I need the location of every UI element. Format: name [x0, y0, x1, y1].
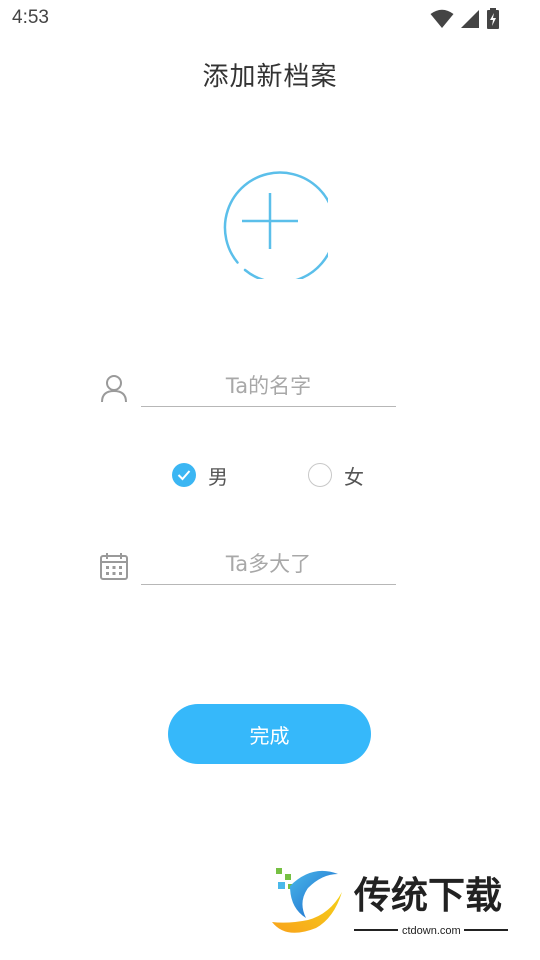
age-input[interactable]	[141, 544, 396, 585]
wifi-icon	[430, 9, 454, 28]
add-avatar-button[interactable]	[212, 163, 337, 284]
gender-female-option[interactable]: 女	[308, 460, 364, 490]
check-icon	[177, 470, 191, 481]
age-field-row	[98, 542, 398, 588]
person-icon	[101, 375, 127, 403]
gender-male-option[interactable]: 男	[172, 460, 228, 490]
plus-icon	[223, 171, 337, 284]
page-title: 添加新档案	[202, 62, 338, 92]
status-time: 4:53	[12, 7, 49, 28]
calendar-icon	[100, 553, 128, 580]
gender-male-label: 男	[208, 464, 228, 489]
status-bar: 4:53	[0, 0, 540, 38]
done-button[interactable]: 完成	[168, 704, 371, 764]
name-input[interactable]	[141, 366, 396, 407]
svg-text:传统下载: 传统下载	[353, 874, 502, 917]
male-radio-checked[interactable]	[172, 463, 196, 487]
status-icons	[430, 8, 500, 30]
female-radio[interactable]	[308, 463, 332, 487]
gender-female-label: 女	[344, 464, 364, 489]
watermark-logo: 传统下载 ctdown.com	[268, 862, 518, 938]
signal-icon	[461, 10, 479, 28]
battery-charging-icon	[487, 8, 499, 29]
svg-text:ctdown.com: ctdown.com	[402, 925, 461, 937]
name-field-row	[98, 364, 398, 410]
